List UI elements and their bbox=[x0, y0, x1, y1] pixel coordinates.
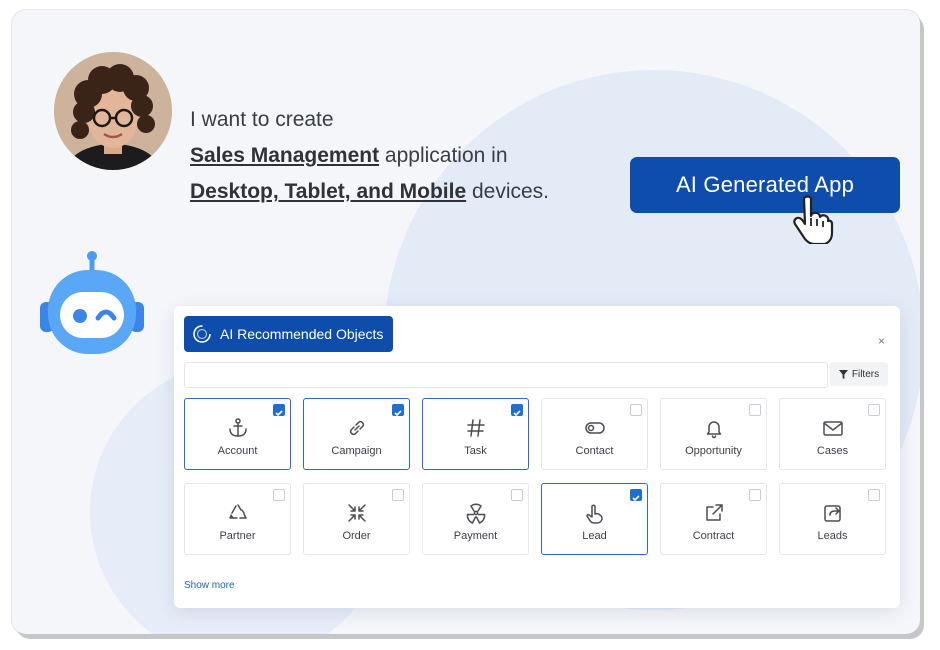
object-tile-partner[interactable]: Partner bbox=[184, 483, 291, 555]
prompt-text: application in bbox=[379, 144, 508, 167]
object-tile-account[interactable]: Account bbox=[184, 398, 291, 470]
object-tile-opportunity[interactable]: Opportunity bbox=[660, 398, 767, 470]
hand-cursor-icon bbox=[790, 194, 834, 249]
bell-icon bbox=[703, 417, 725, 439]
prompt-highlight-devices: Desktop, Tablet, and Mobile bbox=[190, 180, 467, 203]
object-tile-label: Cases bbox=[816, 445, 849, 457]
checkbox[interactable] bbox=[868, 489, 880, 501]
checkbox[interactable] bbox=[749, 404, 761, 416]
robot-assistant-icon bbox=[36, 250, 148, 361]
object-tile-payment[interactable]: Payment bbox=[422, 483, 529, 555]
object-tile-order[interactable]: Order bbox=[303, 483, 410, 555]
prompt-line-3: Desktop, Tablet, and Mobile devices. bbox=[190, 174, 620, 210]
pointer-icon bbox=[584, 502, 606, 524]
filter-icon bbox=[838, 369, 848, 379]
object-tile-label: Opportunity bbox=[685, 445, 742, 457]
object-tile-lead[interactable]: Lead bbox=[541, 483, 648, 555]
hash-icon bbox=[465, 417, 487, 439]
object-tile-label: Campaign bbox=[331, 445, 382, 457]
search-input[interactable] bbox=[184, 362, 828, 388]
external-link-icon bbox=[703, 502, 725, 524]
show-more-link[interactable]: Show more bbox=[184, 580, 235, 591]
filters-button[interactable]: Filters bbox=[830, 362, 888, 386]
recommended-objects-panel: AI Recommended Objects × Filters Account… bbox=[174, 306, 900, 608]
user-prompt: I want to create Sales Management applic… bbox=[190, 102, 620, 210]
object-tile-label: Payment bbox=[453, 530, 498, 542]
anchor-icon bbox=[227, 417, 249, 439]
checkbox[interactable] bbox=[749, 489, 761, 501]
shrink-icon bbox=[346, 502, 368, 524]
object-tile-label: Task bbox=[464, 445, 487, 457]
checkbox[interactable] bbox=[392, 489, 404, 501]
link-icon bbox=[346, 417, 368, 439]
panel-header: AI Recommended Objects bbox=[184, 316, 394, 352]
filters-label: Filters bbox=[851, 368, 880, 380]
checkbox[interactable] bbox=[868, 404, 880, 416]
close-icon[interactable]: × bbox=[878, 334, 885, 348]
radiation-icon bbox=[465, 502, 487, 524]
object-tile-label: Lead bbox=[582, 530, 607, 542]
user-avatar bbox=[54, 52, 172, 170]
checkbox[interactable] bbox=[511, 404, 523, 417]
checkbox[interactable] bbox=[273, 489, 285, 501]
ai-generated-app-button[interactable]: AI Generated App bbox=[630, 157, 900, 213]
object-tile-label: Leads bbox=[817, 530, 848, 542]
object-tile-cases[interactable]: Cases bbox=[779, 398, 886, 470]
prompt-line-2: Sales Management application in bbox=[190, 138, 620, 174]
prompt-highlight-app: Sales Management bbox=[190, 144, 380, 167]
object-grid: Account Campaign Task Contact Opportunity Cas… bbox=[184, 398, 886, 555]
object-tile-task[interactable]: Task bbox=[422, 398, 529, 470]
checkbox[interactable] bbox=[511, 489, 523, 501]
prompt-text: devices. bbox=[466, 180, 550, 203]
object-tile-label: Contract bbox=[692, 530, 735, 542]
panel-title: AI Recommended Objects bbox=[220, 326, 384, 342]
mail-icon bbox=[822, 417, 844, 439]
prompt-line-1: I want to create bbox=[190, 108, 334, 131]
object-tile-label: Account bbox=[217, 445, 258, 457]
recycle-icon bbox=[227, 502, 249, 524]
spinner-icon bbox=[192, 324, 212, 344]
object-tile-label: Partner bbox=[219, 530, 256, 542]
checkbox[interactable] bbox=[630, 404, 642, 416]
object-tile-contact[interactable]: Contact bbox=[541, 398, 648, 470]
object-tile-leads[interactable]: Leads bbox=[779, 483, 886, 555]
toggle-icon bbox=[584, 417, 606, 439]
checkbox[interactable] bbox=[630, 489, 642, 502]
object-tile-label: Contact bbox=[575, 445, 614, 457]
object-tile-label: Order bbox=[342, 530, 371, 542]
object-tile-contract[interactable]: Contract bbox=[660, 483, 767, 555]
checkbox[interactable] bbox=[273, 404, 285, 417]
checkbox[interactable] bbox=[392, 404, 404, 417]
card-frame: I want to create Sales Management applic… bbox=[12, 10, 920, 634]
share-box-icon bbox=[822, 502, 844, 524]
object-tile-campaign[interactable]: Campaign bbox=[303, 398, 410, 470]
